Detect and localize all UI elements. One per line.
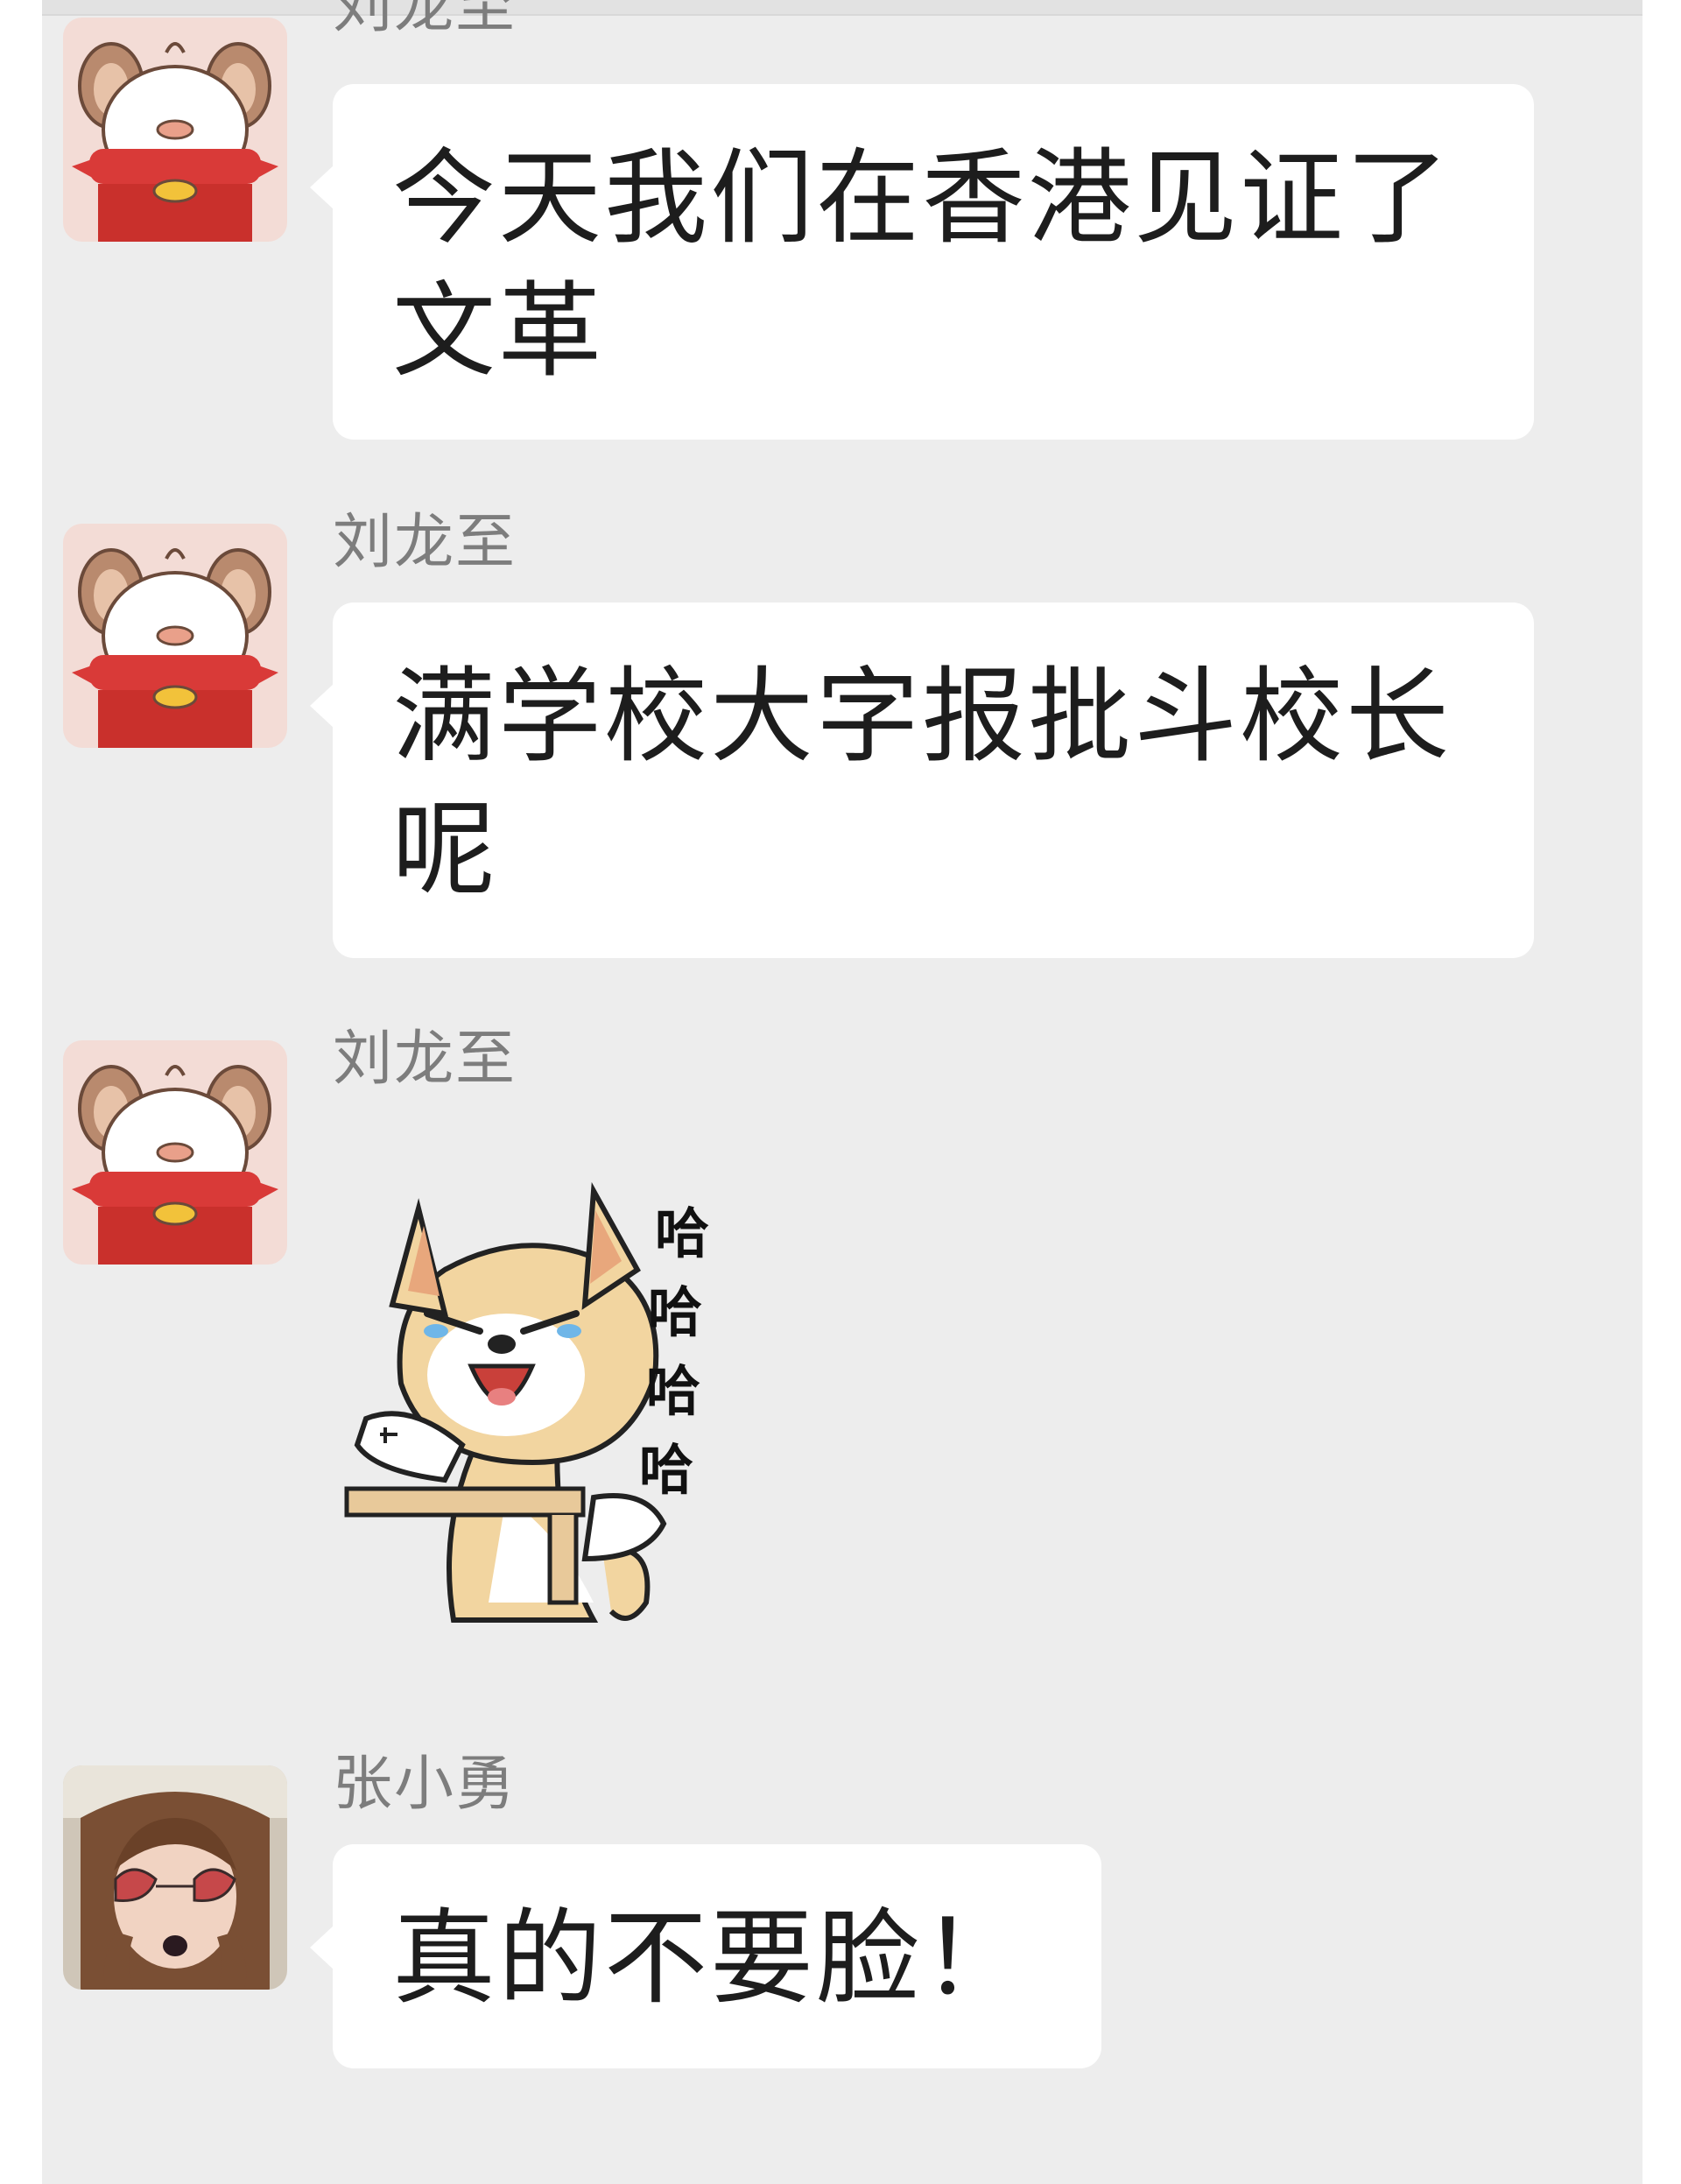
sender-name: 刘龙至 [333, 0, 517, 41]
sender-name: 张小勇 [333, 1750, 517, 1819]
avatar-zhangxiaoyong[interactable] [63, 1765, 287, 1990]
avatar-liulongzhi[interactable] [63, 524, 287, 748]
photo-avatar-icon [63, 1765, 287, 1990]
cartoon-rat-avatar-icon [63, 524, 287, 748]
avatar-liulongzhi[interactable] [63, 18, 287, 242]
avatar-liulongzhi[interactable] [63, 1040, 287, 1265]
sticker-text: 哈 [655, 1201, 709, 1265]
top-divider [42, 0, 1642, 16]
message-text-line: 文革 [392, 271, 605, 391]
message-text-line: 真的不要脸！ [392, 1898, 1029, 2018]
message-bubble[interactable]: 真的不要脸！ [310, 1844, 1101, 2068]
message-text-line: 今天我们在香港见证了 [392, 137, 1452, 258]
sticker-text: 哈 [646, 1359, 700, 1423]
sticker-text: 哈 [648, 1280, 702, 1344]
sticker-image[interactable]: 哈 哈 哈 哈 [340, 1156, 900, 1646]
message-text-line: 满学校大字报批斗校长 [392, 656, 1452, 777]
sender-name: 刘龙至 [333, 508, 517, 577]
shiba-dog-laughing-sticker-icon: 哈 哈 哈 哈 [344, 1181, 709, 1623]
message-text-line: 呢 [392, 789, 499, 910]
message-bubble[interactable]: 满学校大字报批斗校长 呢 [310, 602, 1534, 958]
chat-view[interactable]: 刘龙至 今天我们在香港见证了 文革 刘龙至 满学校大字报批斗校长 呢 刘龙至 哈… [42, 0, 1642, 2184]
cartoon-rat-avatar-icon [63, 1040, 287, 1265]
message-bubble[interactable]: 今天我们在香港见证了 文革 [310, 84, 1534, 440]
cartoon-rat-avatar-icon [63, 18, 287, 242]
sender-name: 刘龙至 [333, 1025, 517, 1094]
sticker-text: 哈 [639, 1438, 693, 1502]
